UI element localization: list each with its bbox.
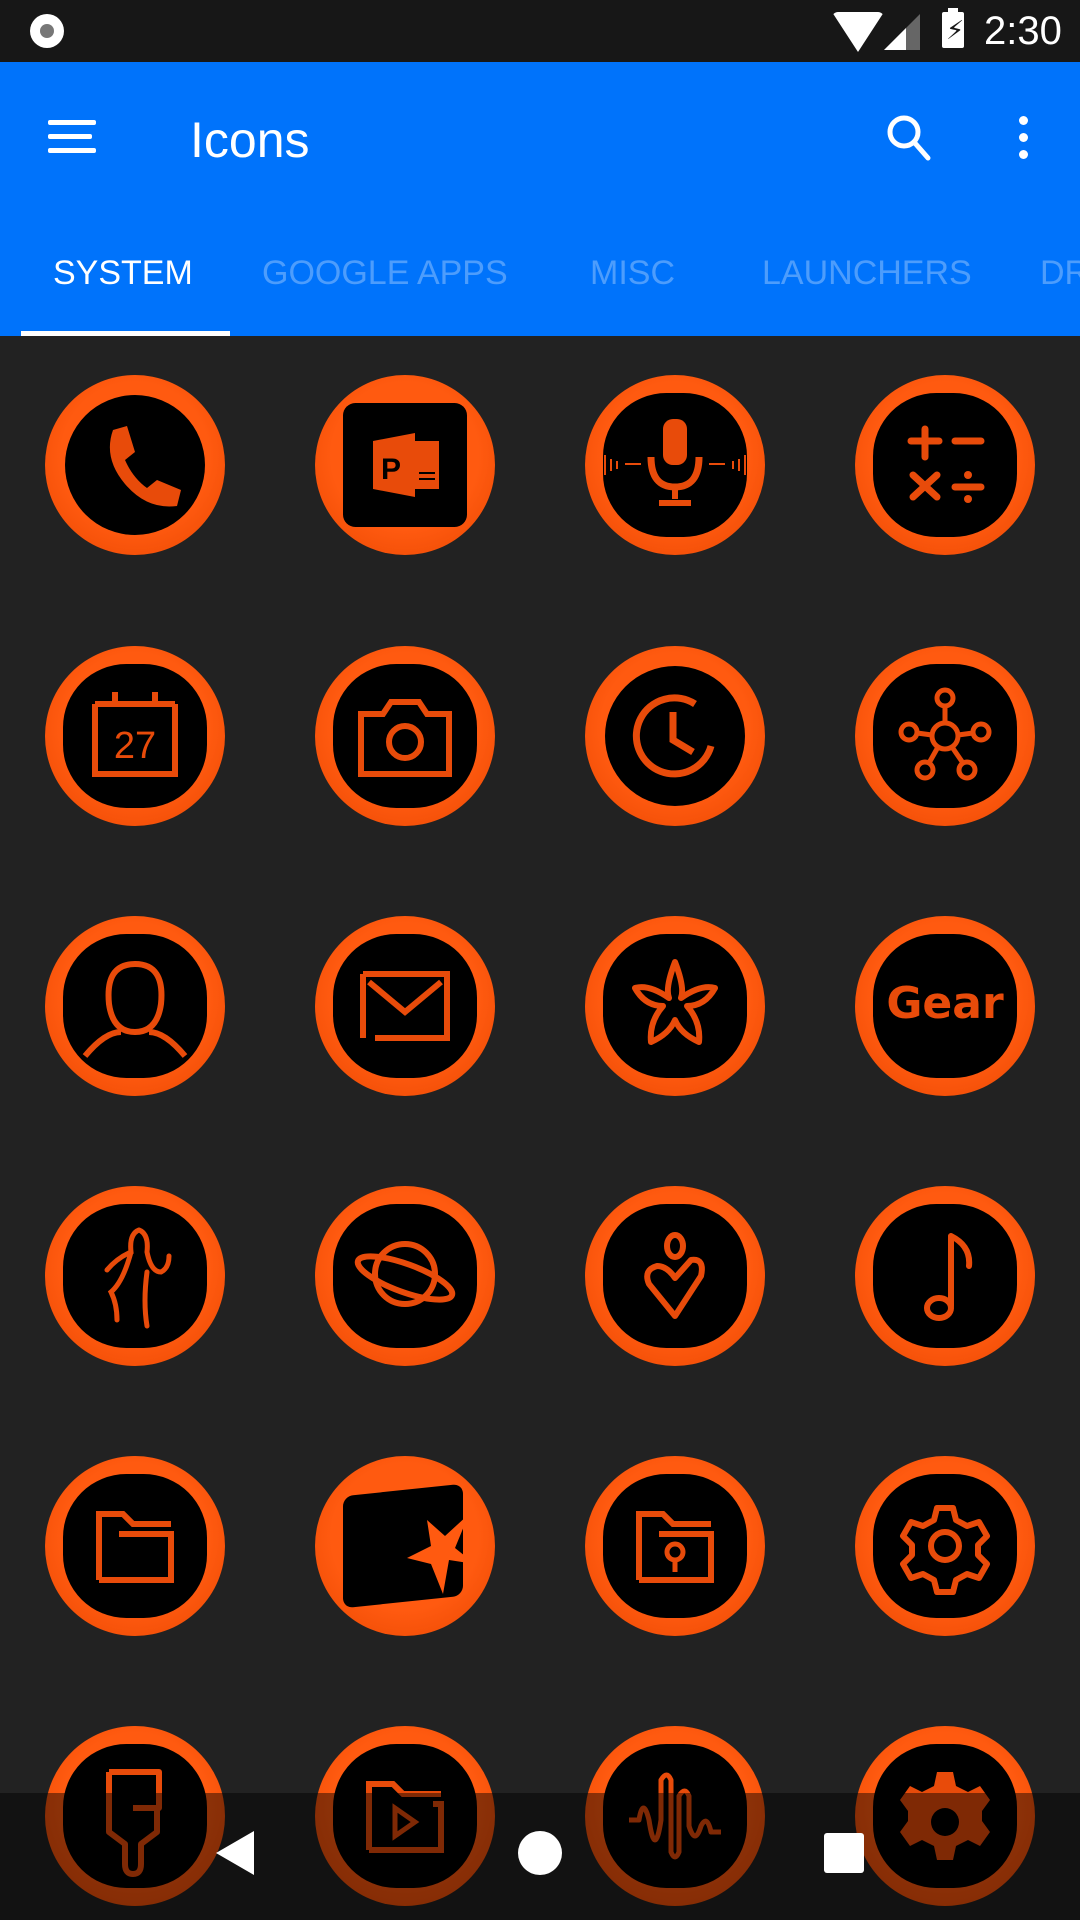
runner-icon <box>104 1227 172 1329</box>
search-icon[interactable] <box>880 108 940 168</box>
icon-samsung-internet[interactable] <box>315 1186 495 1366</box>
icon-email[interactable] <box>315 916 495 1096</box>
app-bar: Icons SYSTEM GOOGLE APPS MISC LAUNCHERS … <box>0 62 1080 336</box>
tab-bar: SYSTEM GOOGLE APPS MISC LAUNCHERS DR <box>0 210 1080 336</box>
status-time: 2:30 <box>984 9 1062 53</box>
svg-text:27: 27 <box>114 725 156 767</box>
settings-icon <box>900 1505 990 1595</box>
icon-clock[interactable] <box>585 646 765 826</box>
heart-person-icon <box>644 1232 705 1319</box>
icon-settings[interactable] <box>855 1456 1035 1636</box>
icon-smartthings[interactable] <box>855 646 1035 826</box>
icon-my-files[interactable] <box>45 1456 225 1636</box>
icon-samsung-health[interactable] <box>45 1186 225 1366</box>
icon-music[interactable] <box>855 1186 1035 1366</box>
clock-icon <box>632 694 715 778</box>
page-title: Icons <box>190 112 310 168</box>
tab-launchers[interactable]: LAUNCHERS <box>762 250 972 296</box>
icon-camera[interactable] <box>315 646 495 826</box>
gear-text-icon: Gear <box>886 978 1004 1029</box>
microphone-icon <box>604 419 746 506</box>
record-icon <box>30 14 64 48</box>
tab-google-apps[interactable]: GOOGLE APPS <box>262 250 508 296</box>
tab-dr[interactable]: DR <box>1040 250 1080 296</box>
home-icon[interactable] <box>518 1831 562 1875</box>
svg-text:P: P <box>381 453 401 486</box>
navigation-bar <box>0 1793 1080 1920</box>
icon-video-editor[interactable] <box>315 1456 495 1636</box>
video-star-icon <box>407 1514 475 1594</box>
secure-folder-icon <box>636 1511 714 1583</box>
back-icon[interactable] <box>216 1831 254 1875</box>
icon-secure-folder[interactable] <box>585 1456 765 1636</box>
icon-voice-recorder[interactable] <box>585 375 765 555</box>
contact-person-icon <box>82 960 188 1058</box>
icon-grid: P 27 Gear <box>0 336 1080 1920</box>
status-bar: ⚡ 2:30 <box>0 0 1080 62</box>
email-icon <box>360 971 450 1041</box>
hub-icon <box>898 687 992 781</box>
icon-calendar[interactable]: 27 <box>45 646 225 826</box>
icon-bixby-vision[interactable] <box>585 916 765 1096</box>
more-vert-icon[interactable] <box>1000 108 1046 168</box>
icon-samsung-members[interactable] <box>585 1186 765 1366</box>
tab-misc[interactable]: MISC <box>590 250 675 296</box>
icon-galaxy-wearable[interactable]: Gear <box>855 916 1035 1096</box>
music-note-icon <box>924 1233 973 1321</box>
svg-text:Gear: Gear <box>886 978 1004 1029</box>
camera-icon <box>358 699 452 777</box>
calendar-icon: 27 <box>92 692 178 777</box>
icon-calculator[interactable] <box>855 375 1035 555</box>
tab-system[interactable]: SYSTEM <box>53 250 193 296</box>
wifi-icon <box>832 12 884 52</box>
calculator-icon <box>907 425 985 503</box>
planet-icon <box>354 1241 456 1307</box>
recents-icon[interactable] <box>824 1833 864 1873</box>
phone-icon <box>109 426 181 507</box>
folder-icon <box>96 1511 174 1583</box>
icon-contacts[interactable] <box>45 916 225 1096</box>
powerpoint-icon: P <box>373 433 439 497</box>
cell-signal-icon <box>884 14 920 50</box>
battery-charging-icon: ⚡ <box>942 8 964 48</box>
icon-phone[interactable] <box>45 375 225 555</box>
hamburger-menu-icon[interactable] <box>48 120 98 160</box>
flower-icon <box>632 959 718 1045</box>
icon-powerpoint[interactable]: P <box>315 375 495 555</box>
